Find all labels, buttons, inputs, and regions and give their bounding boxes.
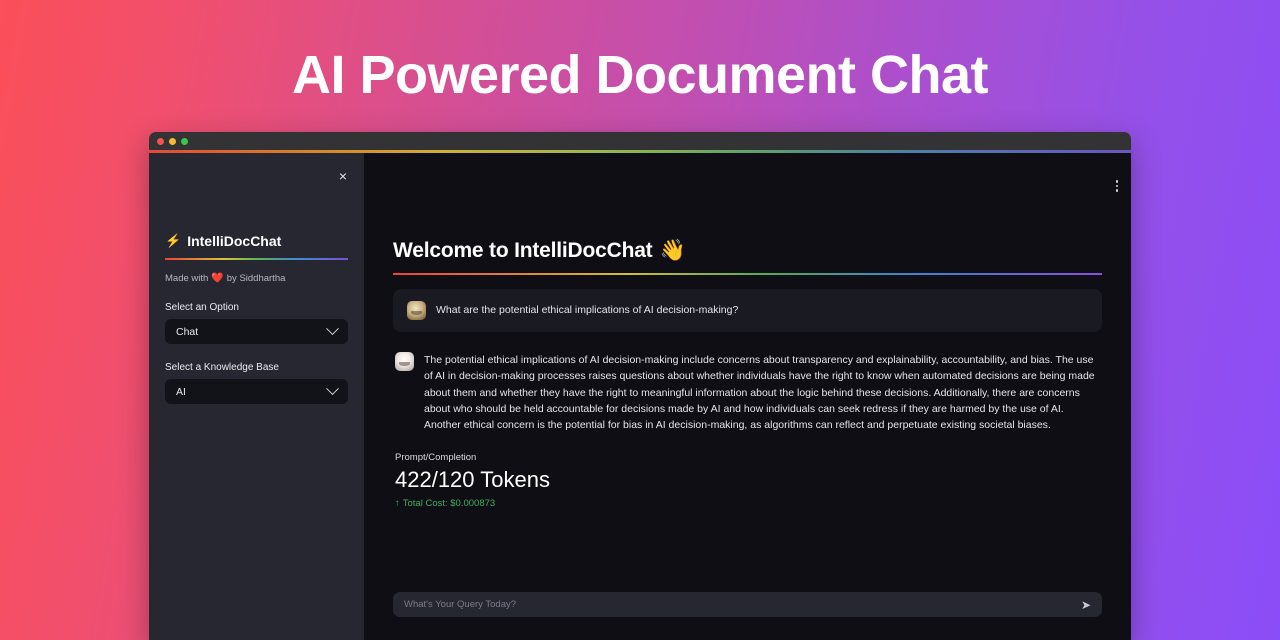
metrics-cost-label: Total Cost: $0.000873 [402, 498, 496, 510]
assistant-message-text: The potential ethical implications of AI… [424, 354, 1095, 432]
chat-message-user: What are the potential ethical implicati… [393, 289, 1102, 332]
credit-line: Made with ❤️ by Siddhartha [165, 273, 348, 284]
welcome-divider [393, 273, 1102, 275]
chat-input[interactable] [404, 599, 1075, 610]
metrics-token-value: 422/120 Tokens [395, 467, 550, 493]
user-message-text: What are the potential ethical implicati… [436, 304, 739, 317]
brand-name: IntelliDocChat [187, 233, 282, 249]
user-avatar [407, 301, 426, 320]
select-option-dropdown[interactable]: Chat [165, 319, 348, 344]
select-option-label: Select an Option [165, 302, 239, 313]
sidebar: × ⚡ IntelliDocChat Made with ❤️ by Siddh… [149, 153, 364, 640]
credit-suffix: by Siddhartha [226, 273, 286, 284]
window-titlebar [149, 132, 1131, 150]
brand: ⚡ IntelliDocChat [165, 233, 348, 249]
page-title: AI Powered Document Chat [291, 45, 989, 105]
browser-window: × ⚡ IntelliDocChat Made with ❤️ by Siddh… [149, 132, 1131, 640]
kebab-menu-icon[interactable] [1115, 180, 1118, 192]
window-close-dot[interactable] [157, 137, 164, 145]
send-icon[interactable]: ➤ [1075, 599, 1091, 611]
sidebar-divider [165, 258, 348, 260]
kebab-dot [1115, 189, 1118, 192]
chevron-down-icon [326, 382, 339, 396]
waving-hand-icon: 👋 [659, 239, 686, 262]
credit-prefix: Made with [165, 273, 209, 284]
kebab-dot [1115, 180, 1118, 183]
select-knowledge-base-dropdown[interactable]: AI [165, 379, 348, 404]
window-body: × ⚡ IntelliDocChat Made with ❤️ by Siddh… [149, 153, 1131, 640]
close-icon[interactable]: × [334, 167, 352, 185]
chat-composer[interactable]: ➤ [393, 592, 1102, 617]
arrow-up-icon: ↑ [395, 498, 400, 510]
select-option-value: Chat [176, 325, 199, 338]
select-knowledge-base-label: Select a Knowledge Base [165, 362, 279, 373]
kebab-dot [1115, 184, 1118, 187]
heart-icon: ❤️ [211, 273, 224, 284]
main-content: Welcome to IntelliDocChat 👋 What are the… [364, 153, 1131, 640]
window-minimize-dot[interactable] [169, 137, 176, 145]
welcome-heading-text: Welcome to IntelliDocChat [393, 239, 653, 262]
lightning-bolt-icon: ⚡ [165, 233, 182, 248]
assistant-avatar [395, 352, 414, 371]
metrics-cost: ↑ Total Cost: $0.000873 [395, 498, 1102, 509]
chevron-down-icon [326, 322, 339, 336]
select-knowledge-base-value: AI [176, 385, 186, 398]
welcome-heading: Welcome to IntelliDocChat 👋 [393, 239, 1102, 263]
chat-message-assistant: The potential ethical implications of AI… [393, 352, 1102, 433]
token-metrics: Prompt/Completion 422/120 Tokens ↑ Total… [393, 452, 1102, 509]
metrics-caption: Prompt/Completion [395, 452, 477, 464]
window-maximize-dot[interactable] [181, 137, 188, 145]
